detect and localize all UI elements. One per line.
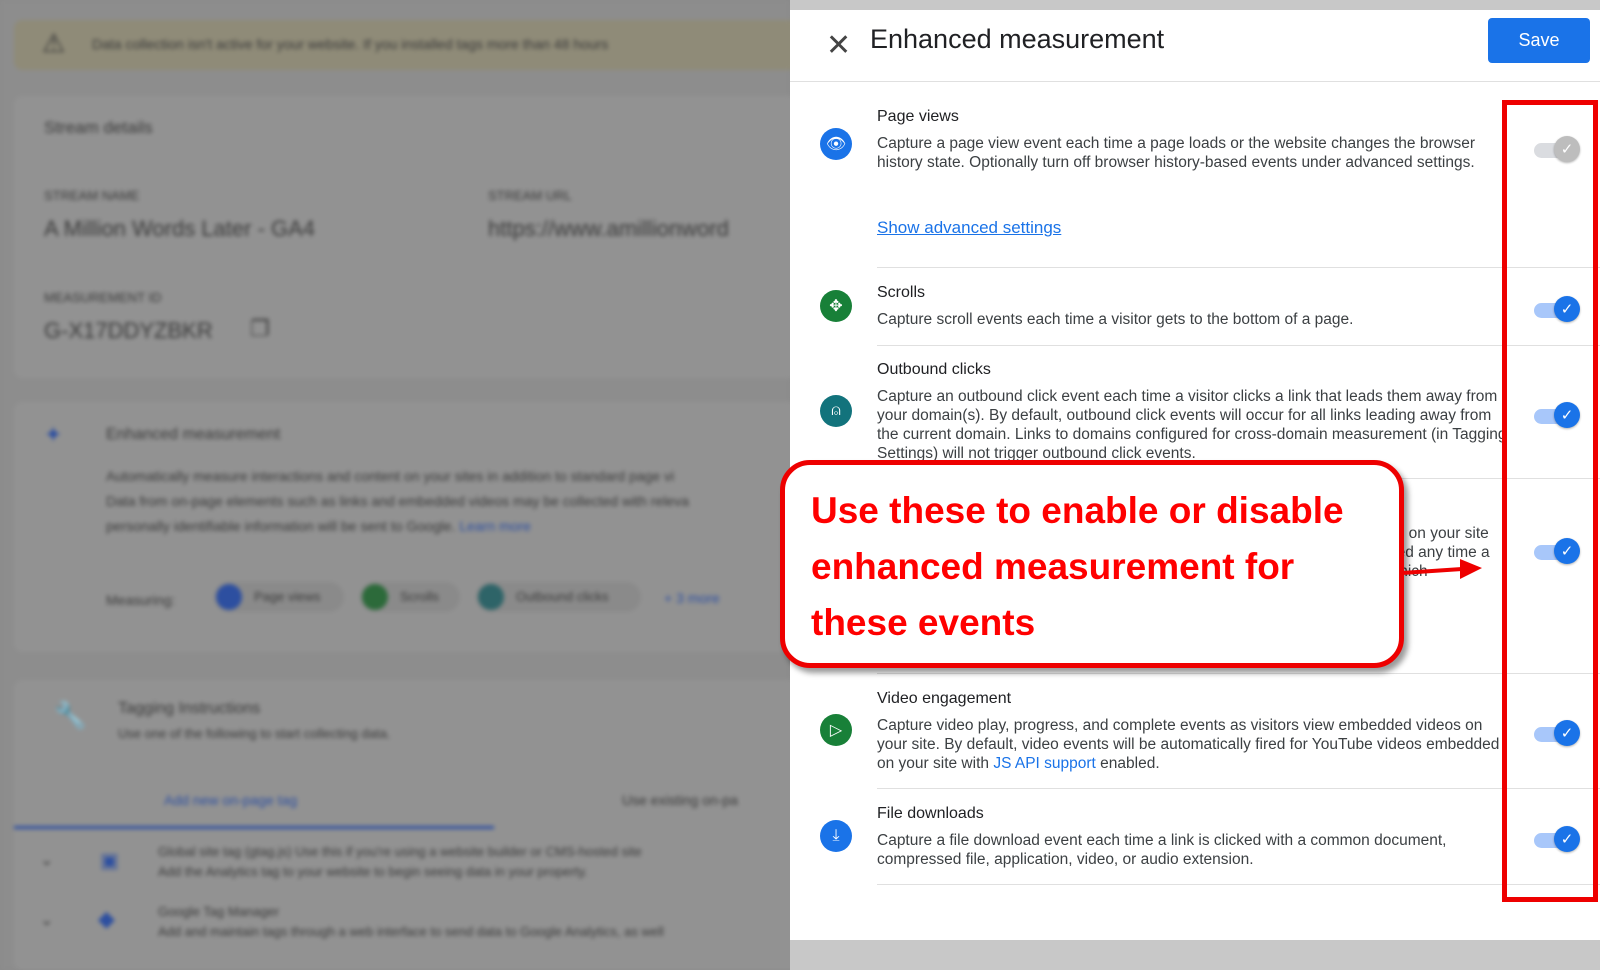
- row-desc-page-views: Capture a page view event each time a pa…: [877, 135, 1475, 171]
- divider: [877, 884, 1600, 885]
- panel-bottom-shade: [790, 940, 1600, 970]
- desc-line: Automatically measure interactions and c…: [106, 468, 675, 484]
- toggles-highlight-box: [1502, 100, 1598, 902]
- mouse-icon: ⍝: [820, 395, 852, 427]
- chevron-down-icon[interactable]: ⌄: [40, 910, 53, 930]
- learn-more-link[interactable]: Learn more: [459, 518, 531, 534]
- chevron-down-icon[interactable]: ⌄: [40, 850, 53, 870]
- card-title: Enhanced measurement: [106, 426, 281, 443]
- stream-name: A Million Words Later - GA4: [44, 216, 316, 241]
- blurred-background-page: ⚠ Data collection isn't active for your …: [0, 0, 814, 970]
- measuring-label: Measuring:: [106, 592, 176, 608]
- gtag-subtitle: Add the Analytics tag to your website to…: [158, 864, 588, 879]
- panel-header: ✕ Enhanced measurement Save: [790, 10, 1600, 82]
- save-button[interactable]: Save: [1488, 18, 1590, 63]
- tab-use-existing-tag[interactable]: Use existing on-pa: [622, 792, 738, 808]
- desc-line: personally identifiable information will…: [106, 518, 456, 534]
- banner-text: Data collection isn't active for your we…: [92, 36, 609, 52]
- divider: [877, 788, 1600, 789]
- divider: [877, 267, 1600, 268]
- panel-top-shade: [790, 0, 1600, 10]
- stream-details-card: Stream details STREAM NAME A Million Wor…: [14, 96, 814, 378]
- more-link[interactable]: + 3 more: [664, 590, 720, 606]
- show-advanced-settings-link[interactable]: Show advanced settings: [877, 218, 1061, 238]
- tagging-card: 🔧 Tagging Instructions Use one of the fo…: [14, 680, 814, 970]
- label: MEASUREMENT ID: [44, 290, 162, 305]
- gtm-title: Google Tag Manager: [158, 904, 280, 919]
- clipboard-icon: ▣: [100, 850, 119, 872]
- row-title-outbound-clicks: Outbound clicks: [877, 361, 991, 378]
- tag-manager-icon: ◆: [98, 906, 115, 931]
- copy-icon[interactable]: ❐: [250, 316, 270, 342]
- callout-text: Use these to enable or disable enhanced …: [811, 490, 1344, 643]
- scroll-icon: ✥: [820, 290, 852, 322]
- sparkle-icon: ✦: [44, 422, 63, 447]
- js-api-support-link[interactable]: JS API support: [993, 755, 1096, 772]
- row-desc-file-downloads: Capture a file download event each time …: [877, 832, 1447, 868]
- label: STREAM NAME: [44, 188, 140, 203]
- measurement-id: G-X17DDYZBKR: [44, 318, 213, 343]
- download-icon: ⤓: [820, 820, 852, 852]
- row-desc-scrolls: Capture scroll events each time a visito…: [877, 311, 1354, 328]
- mouse-icon: [478, 584, 504, 610]
- desc-text: Capture video play, progress, and comple…: [877, 717, 1500, 772]
- row-title-scrolls: Scrolls: [877, 284, 926, 301]
- scroll-icon: [362, 584, 388, 610]
- card-title: Tagging Instructions: [118, 700, 261, 717]
- annotation-callout: Use these to enable or disable enhanced …: [780, 460, 1404, 668]
- close-icon[interactable]: ✕: [826, 28, 851, 63]
- warning-banner: ⚠ Data collection isn't active for your …: [14, 20, 814, 70]
- row-desc-video-engagement: Capture video play, progress, and comple…: [877, 716, 1507, 773]
- wrench-icon: 🔧: [54, 700, 87, 730]
- gtag-title: Global site tag (gtag.js) Use this if yo…: [158, 844, 642, 859]
- panel-title: Enhanced measurement: [870, 24, 1165, 54]
- divider: [877, 673, 1600, 674]
- gtm-subtitle: Add and maintain tags through a web inte…: [158, 924, 664, 939]
- warning-icon: ⚠: [42, 28, 66, 58]
- arrow-icon: [1401, 559, 1482, 579]
- desc-text: enabled.: [1095, 755, 1160, 772]
- play-icon: ▷: [820, 714, 852, 746]
- enhanced-measurement-card: ✦ Enhanced measurement Automatically mea…: [14, 402, 814, 652]
- card-title: Stream details: [44, 118, 153, 137]
- row-title-page-views: Page views: [877, 108, 959, 125]
- stream-url: https://www.amillionword: [488, 216, 729, 241]
- row-title-video-engagement: Video engagement: [877, 690, 1012, 707]
- row-title-file-downloads: File downloads: [877, 805, 984, 822]
- tab-add-new-tag[interactable]: Add new on-page tag: [164, 792, 297, 808]
- divider: [877, 345, 1600, 346]
- desc-line: Data from on-page elements such as links…: [106, 493, 689, 509]
- card-subtitle: Use one of the following to start collec…: [118, 726, 391, 741]
- row-desc-outbound-clicks: Capture an outbound click event each tim…: [877, 388, 1507, 462]
- tab-indicator: [14, 826, 494, 829]
- eye-icon: 👁: [820, 128, 852, 160]
- eye-icon: [216, 584, 242, 610]
- label: STREAM URL: [488, 188, 572, 203]
